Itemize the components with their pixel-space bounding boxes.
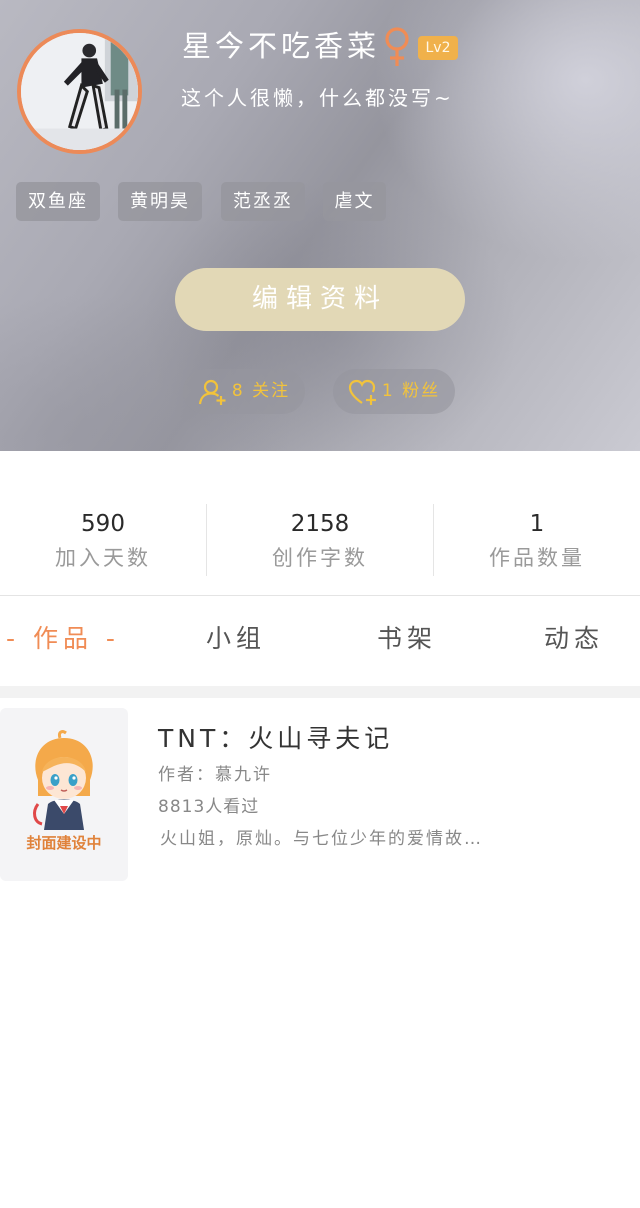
tab-works[interactable]: - 作品 -	[6, 622, 120, 656]
stat-word-count: 2158 创作字数	[206, 509, 434, 575]
profile-header: 星今不吃香菜 Lv2 这个人很懒，什么都没写~ 双鱼座 黄明昊 范丞丞 虐文 编…	[0, 0, 640, 451]
work-title[interactable]: TNT：火山寻夫记	[158, 722, 393, 756]
stat-label: 创作字数	[272, 546, 368, 570]
tab-activity[interactable]: 动态	[544, 622, 604, 656]
tag[interactable]: 双鱼座	[16, 182, 100, 221]
stat-label: 加入天数	[55, 546, 151, 570]
edit-profile-button[interactable]: 编辑资料	[175, 268, 465, 331]
stat-label: 作品数量	[489, 546, 585, 570]
stat-work-count: 1 作品数量	[434, 509, 640, 575]
female-symbol-icon	[385, 27, 409, 66]
following-button[interactable]: 8 关注	[183, 369, 305, 414]
fans-button[interactable]: 1 粉丝	[333, 369, 455, 414]
heart-plus-icon	[348, 379, 376, 405]
tag[interactable]: 黄明昊	[118, 182, 202, 221]
work-view-count: 8813人看过	[158, 797, 260, 817]
tab-groups[interactable]: 小组	[206, 622, 266, 656]
tag[interactable]: 范丞丞	[221, 182, 305, 221]
level-badge: Lv2	[418, 36, 458, 60]
work-description: 火山姐，原灿。与七位少年的爱情故…	[160, 829, 483, 849]
stats-bar: 590 加入天数 2158 创作字数 1 作品数量	[0, 451, 640, 596]
work-cover[interactable]: 封面建设中	[0, 708, 128, 881]
stat-join-days: 590 加入天数	[0, 509, 206, 575]
bio: 这个人很懒，什么都没写~	[181, 86, 454, 110]
stat-value: 590	[81, 511, 125, 537]
anime-girl-mascot-icon	[33, 730, 93, 830]
fans-count: 1 粉丝	[381, 381, 441, 401]
section-separator	[0, 686, 640, 698]
stat-value: 1	[529, 511, 545, 537]
avatar[interactable]	[17, 29, 142, 154]
profile-page: 星今不吃香菜 Lv2 这个人很懒，什么都没写~ 双鱼座 黄明昊 范丞丞 虐文 编…	[0, 0, 640, 1208]
add-user-icon	[198, 379, 226, 405]
avatar-photo-icon	[21, 33, 138, 150]
work-author: 作者：慕九许	[158, 765, 272, 785]
stat-value: 2158	[290, 511, 350, 537]
work-list-item[interactable]: 封面建设中 TNT：火山寻夫记 作者：慕九许 8813人看过 火山姐，原灿。与七…	[0, 706, 640, 884]
nickname: 星今不吃香菜	[182, 29, 381, 63]
tag[interactable]: 虐文	[323, 182, 386, 221]
following-count: 8 关注	[231, 381, 291, 401]
tab-bookshelf[interactable]: 书架	[377, 622, 437, 656]
tab-bar: - 作品 - 小组 书架 动态	[0, 596, 640, 686]
cover-placeholder-label: 封面建设中	[26, 834, 102, 852]
